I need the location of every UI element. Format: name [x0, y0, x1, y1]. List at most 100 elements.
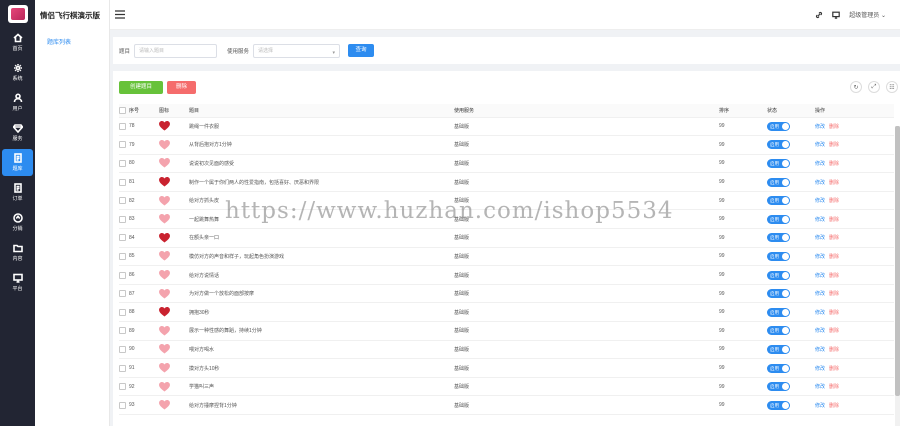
row-checkbox[interactable]: [119, 122, 126, 130]
delete-link[interactable]: 删除: [829, 161, 839, 167]
table-row[interactable]: 90 喂对方喝水 基础版 99 启用 修改 删除: [119, 340, 894, 360]
table-row[interactable]: 86 给对方说情话 基础版 99 启用 修改 删除: [119, 265, 894, 285]
row-checkbox[interactable]: [119, 178, 126, 186]
edit-link[interactable]: 修改: [815, 328, 825, 334]
row-checkbox[interactable]: [119, 271, 126, 279]
delete-link[interactable]: 删除: [829, 273, 839, 279]
delete-link[interactable]: 删除: [829, 124, 839, 130]
user-menu[interactable]: 超级管理员 ⌄: [849, 10, 886, 19]
edit-link[interactable]: 修改: [815, 235, 825, 241]
status-toggle[interactable]: 启用: [767, 289, 790, 299]
delete-link[interactable]: 删除: [829, 384, 839, 390]
table-row[interactable]: 92 学猫叫三声 基础版 99 启用 修改 删除: [119, 377, 894, 397]
delete-link[interactable]: 删除: [829, 235, 839, 241]
row-checkbox[interactable]: [119, 252, 126, 260]
edit-link[interactable]: 修改: [815, 254, 825, 260]
link-icon[interactable]: [815, 11, 823, 19]
columns-icon[interactable]: ☷: [886, 81, 898, 93]
delete-link[interactable]: 删除: [829, 310, 839, 316]
rail-item-3[interactable]: 服务: [0, 119, 35, 146]
row-checkbox[interactable]: [119, 345, 126, 353]
edit-link[interactable]: 修改: [815, 217, 825, 223]
select-all-checkbox[interactable]: [119, 106, 126, 114]
delete-link[interactable]: 删除: [829, 217, 839, 223]
submenu-item-question-list[interactable]: 题库列表: [47, 37, 71, 46]
edit-link[interactable]: 修改: [815, 366, 825, 372]
edit-link[interactable]: 修改: [815, 347, 825, 353]
delete-link[interactable]: 删除: [829, 180, 839, 186]
table-row[interactable]: 93 给对方捶摩捏背1分钟 基础版 99 启用 修改 删除: [119, 395, 894, 415]
table-row[interactable]: 80 说说初次见面的感受 基础版 99 启用 修改 删除: [119, 154, 894, 174]
query-button[interactable]: 查询: [348, 44, 375, 57]
edit-link[interactable]: 修改: [815, 180, 825, 186]
status-toggle[interactable]: 启用: [767, 214, 790, 224]
row-checkbox[interactable]: [119, 215, 126, 223]
edit-link[interactable]: 修改: [815, 384, 825, 390]
table-row[interactable]: 84 在额头亲一口 基础版 99 启用 修改 删除: [119, 228, 894, 248]
table-row[interactable]: 91 摸对方头10秒 基础版 99 启用 修改 删除: [119, 358, 894, 378]
table-row[interactable]: 87 为对方做一个放松的面部按摩 基础版 99 启用 修改 删除: [119, 284, 894, 304]
status-toggle[interactable]: 启用: [767, 363, 790, 373]
edit-link[interactable]: 修改: [815, 291, 825, 297]
table-row[interactable]: 79 从背后抱对方1分钟 基础版 99 启用 修改 删除: [119, 135, 894, 155]
refresh-icon[interactable]: ↻: [850, 81, 862, 93]
edit-link[interactable]: 修改: [815, 403, 825, 409]
table-scrollbar[interactable]: [895, 126, 900, 426]
create-question-button[interactable]: 创建题目: [119, 81, 163, 94]
table-row[interactable]: 78 跳绳一件衣服 基础版 99 启用 修改 删除: [119, 117, 894, 137]
edit-link[interactable]: 修改: [815, 142, 825, 148]
edit-link[interactable]: 修改: [815, 161, 825, 167]
status-toggle[interactable]: 启用: [767, 400, 790, 410]
table-row[interactable]: 81 制作一个属于你们两人的性爱指南，包括喜好、厌恶和界限 基础版 99 启用 修改 删除: [119, 172, 894, 192]
batch-delete-button[interactable]: 删除: [167, 81, 196, 94]
fullscreen-icon[interactable]: ⤢: [868, 81, 880, 93]
delete-link[interactable]: 删除: [829, 347, 839, 353]
status-toggle[interactable]: 启用: [767, 270, 790, 280]
row-checkbox[interactable]: [119, 327, 126, 335]
service-select[interactable]: 请选择 ▾: [253, 43, 341, 58]
status-toggle[interactable]: 启用: [767, 233, 790, 243]
row-checkbox[interactable]: [119, 290, 126, 298]
table-row[interactable]: 85 模仿对方的声音和样子，玩起角色扮演游戏 基础版 99 启用 修改 删除: [119, 247, 894, 267]
table-row[interactable]: 83 一起跳舞热舞 基础版 99 启用 修改 删除: [119, 209, 894, 230]
table-row[interactable]: 89 展示一种性感的舞蹈，持续1分钟 基础版 99 启用 修改 删除: [119, 321, 894, 341]
menu-toggle-icon[interactable]: [115, 10, 125, 19]
status-toggle[interactable]: 启用: [767, 326, 790, 336]
table-row[interactable]: 82 给对方抓头皮 基础版 99 启用 修改 删除: [119, 191, 894, 211]
edit-link[interactable]: 修改: [815, 124, 825, 130]
title-search-input[interactable]: 请输入题目: [134, 43, 218, 58]
rail-item-6[interactable]: 分销: [0, 209, 35, 236]
status-toggle[interactable]: 启用: [767, 382, 790, 392]
row-checkbox[interactable]: [119, 159, 126, 167]
status-toggle[interactable]: 启用: [767, 344, 790, 354]
edit-link[interactable]: 修改: [815, 273, 825, 279]
status-toggle[interactable]: 启用: [767, 121, 790, 131]
delete-link[interactable]: 删除: [829, 328, 839, 334]
delete-link[interactable]: 删除: [829, 403, 839, 409]
row-checkbox[interactable]: [119, 383, 126, 391]
edit-link[interactable]: 修改: [815, 310, 825, 316]
rail-item-7[interactable]: 内容: [0, 239, 35, 266]
status-toggle[interactable]: 启用: [767, 140, 790, 150]
row-checkbox[interactable]: [119, 141, 126, 149]
rail-item-4[interactable]: 题库: [2, 149, 33, 176]
delete-link[interactable]: 删除: [829, 291, 839, 297]
rail-item-1[interactable]: 系统: [0, 59, 35, 86]
delete-link[interactable]: 删除: [829, 142, 839, 148]
row-checkbox[interactable]: [119, 234, 126, 242]
delete-link[interactable]: 删除: [829, 366, 839, 372]
status-toggle[interactable]: 启用: [767, 158, 790, 168]
delete-link[interactable]: 删除: [829, 198, 839, 204]
scrollbar-thumb[interactable]: [895, 126, 900, 396]
row-checkbox[interactable]: [119, 197, 126, 205]
monitor-icon[interactable]: [832, 11, 841, 19]
rail-item-8[interactable]: 平台: [0, 269, 35, 296]
status-toggle[interactable]: 启用: [767, 196, 790, 206]
status-toggle[interactable]: 启用: [767, 307, 790, 317]
edit-link[interactable]: 修改: [815, 198, 825, 204]
row-checkbox[interactable]: [119, 308, 126, 316]
status-toggle[interactable]: 启用: [767, 177, 790, 187]
row-checkbox[interactable]: [119, 364, 126, 372]
rail-item-0[interactable]: 首页: [0, 29, 35, 56]
delete-link[interactable]: 删除: [829, 254, 839, 260]
